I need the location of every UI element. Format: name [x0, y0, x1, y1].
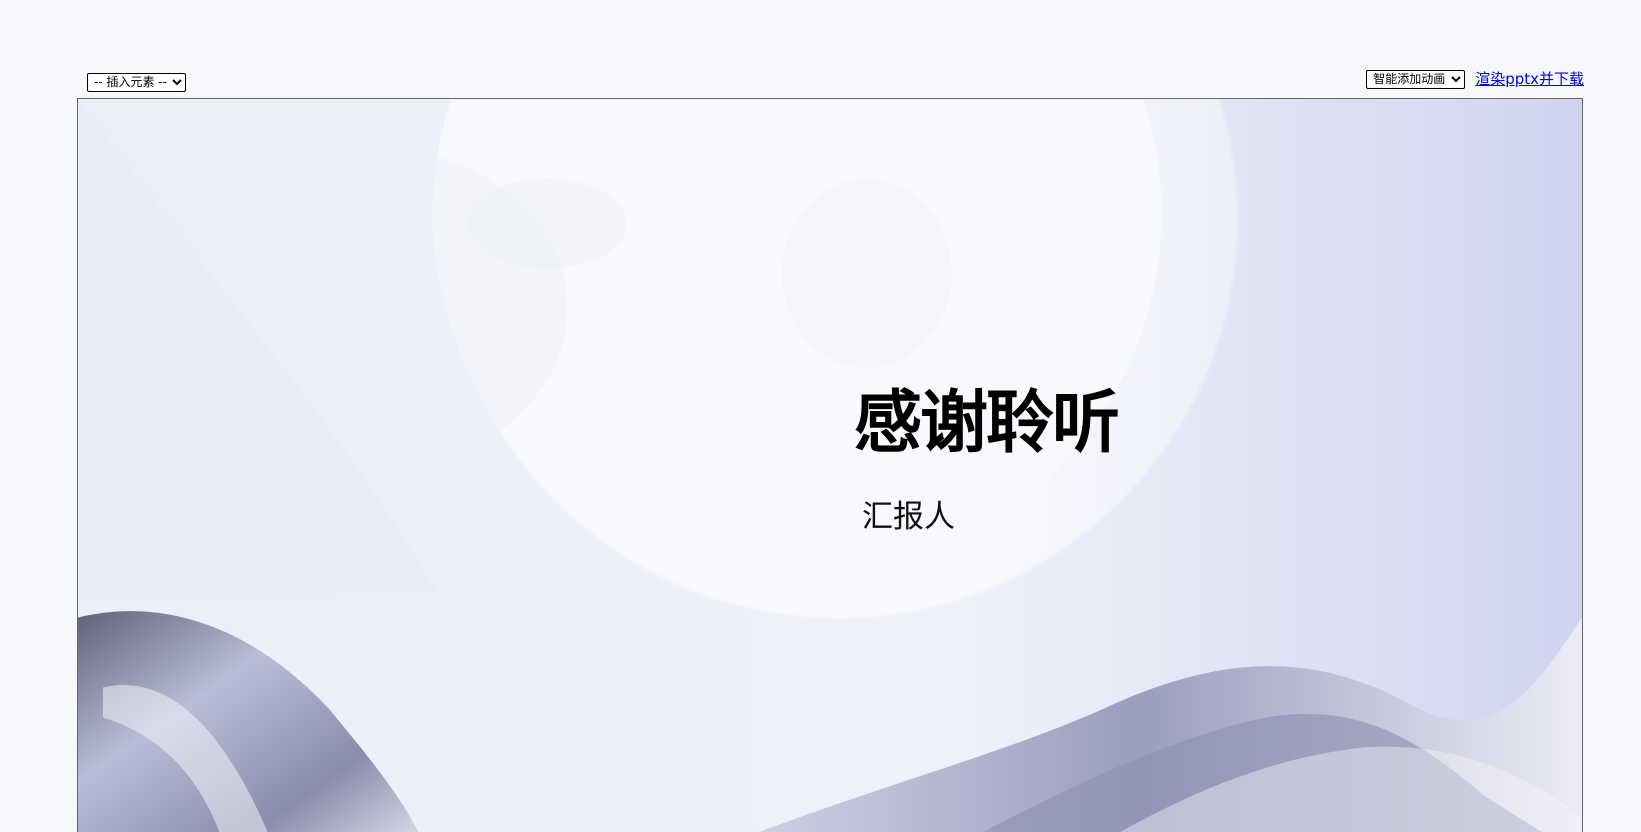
slide-title: 感谢聆听	[854, 384, 1120, 463]
smart-animation-select[interactable]: 智能添加动画	[1366, 69, 1466, 89]
toolbar-right: 智能添加动画 渲染pptx并下载	[1366, 69, 1584, 89]
slide-background-art	[78, 99, 1582, 832]
render-download-link[interactable]: 渲染pptx并下载	[1475, 69, 1584, 89]
toolbar-left: -- 插入元素 --	[87, 71, 186, 92]
moon-texture-right	[782, 178, 952, 369]
moon-texture-middle	[467, 178, 628, 269]
slide-subtitle: 汇报人	[862, 499, 955, 535]
slide-canvas: 感谢聆听 汇报人	[77, 98, 1583, 832]
page: -- 插入元素 -- 智能添加动画 渲染pptx并下载 感谢聆听 汇报人	[0, 0, 1641, 832]
insert-element-select[interactable]: -- 插入元素 --	[87, 72, 186, 92]
